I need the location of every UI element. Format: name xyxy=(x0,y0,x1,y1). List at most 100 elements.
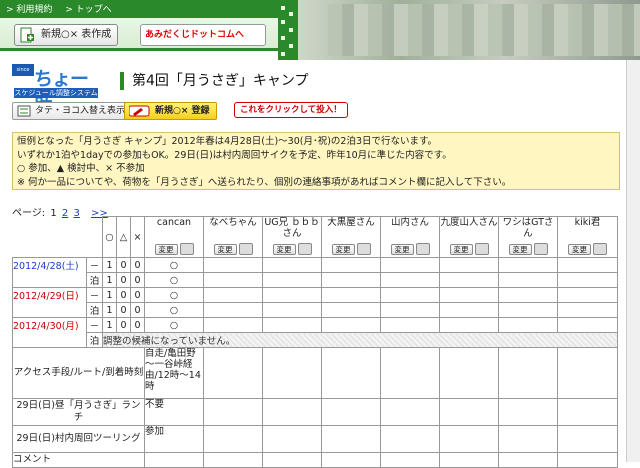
slot-cell: － xyxy=(86,287,103,303)
question-answer: 参加 xyxy=(144,425,204,453)
toggle-orientation-button[interactable]: タテ・ヨコ入替え表示 xyxy=(12,102,132,120)
participant-name: ワシはGTさん xyxy=(502,217,554,240)
comment-pen-icon[interactable] xyxy=(179,243,194,255)
count-no: 0 xyxy=(130,302,145,318)
change-button[interactable]: 変更 xyxy=(154,243,178,255)
answer-cell: ○ xyxy=(144,287,204,303)
count-yes: 1 xyxy=(102,272,117,288)
comment-pen-icon[interactable] xyxy=(356,243,371,255)
count-no: 0 xyxy=(130,317,145,333)
toggle-orientation-label: タテ・ヨコ入替え表示 xyxy=(35,106,126,116)
count-no: 0 xyxy=(130,272,145,288)
slot-cell: － xyxy=(86,257,103,273)
pencil-icon xyxy=(129,105,150,117)
new-doc-icon xyxy=(20,27,34,43)
participant-header: cancan 変更 xyxy=(144,216,204,258)
count-header-maybe: △ xyxy=(116,216,131,258)
participant-name: 九度山人さん xyxy=(440,217,498,229)
participant-header: なべちゃん変更 xyxy=(203,216,263,258)
top-links: > 利用規約 > トップへ xyxy=(6,2,122,15)
notice-line: ※ 何か一品についてや、荷物を「月うさぎ」へ送られたり、個別の連絡事項があればコ… xyxy=(17,176,512,188)
answer-cell: ○ xyxy=(144,317,204,333)
slot-cell: 泊 xyxy=(86,272,103,288)
participant-name: UG兄 ｂｂｂさん xyxy=(264,217,320,240)
count-yes: 1 xyxy=(102,317,117,333)
question-label: コメント xyxy=(12,452,145,468)
amidakuji-link[interactable]: あみだくじドットコムへ xyxy=(140,24,266,46)
change-button[interactable]: 変更 xyxy=(508,243,532,255)
question-row: 29日(日)村内周回ツーリング 参加 xyxy=(12,425,618,453)
change-button[interactable]: 変更 xyxy=(568,243,591,255)
comment-pen-icon[interactable] xyxy=(238,243,253,255)
table-row: 2012/4/29(日) － 1 0 0 ○ xyxy=(12,287,618,318)
change-button[interactable]: 変更 xyxy=(331,243,355,255)
question-answer xyxy=(144,452,204,468)
terms-link[interactable]: > 利用規約 xyxy=(6,5,52,15)
not-candidate-note: 調整の候補になっていません。 xyxy=(102,332,618,348)
vertical-scrollbar[interactable] xyxy=(626,60,640,462)
table-row: 泊 1 0 0 ○ xyxy=(13,302,618,318)
top-link[interactable]: > トップへ xyxy=(65,5,111,15)
logo[interactable]: since 2004 ちょー助 スケジュール調整システム xyxy=(12,64,98,117)
comment-pen-icon[interactable] xyxy=(297,243,312,255)
slot-cell: － xyxy=(86,317,103,333)
count-yes: 1 xyxy=(102,287,117,303)
comment-pen-icon[interactable] xyxy=(533,243,548,255)
question-answer: 自走/亀田野～一谷峠経由/12時～14時 xyxy=(144,347,204,399)
question-row: コメント xyxy=(12,452,618,468)
notice-line: いずれか1泊や1dayでの参加もOK。29日(日)は村内周回サイクを予定、昨年1… xyxy=(17,149,452,161)
decorative-dots xyxy=(278,0,298,60)
participant-header: 山内さん 変更 xyxy=(380,216,440,258)
question-label: アクセス手段/ルート/到着時刻 xyxy=(12,347,145,399)
count-header-no: × xyxy=(130,216,145,258)
participant-header: kiki君変更 xyxy=(557,216,618,258)
answer-cell: ○ xyxy=(144,302,204,318)
table-row: 泊 調整の候補になっていません。 xyxy=(13,332,618,348)
count-maybe: 0 xyxy=(116,317,131,333)
question-answer: 不要 xyxy=(144,398,204,426)
participant-header: 九度山人さん変更 xyxy=(439,216,499,258)
count-yes: 1 xyxy=(102,302,117,318)
participant-header: ワシはGTさん変更 xyxy=(498,216,558,258)
answer-cell: ○ xyxy=(144,257,204,273)
change-button[interactable]: 変更 xyxy=(272,243,296,255)
new-table-label: 新規○× 表作成 xyxy=(41,29,112,40)
comment-pen-icon[interactable] xyxy=(415,243,430,255)
schedule-table: ○ △ × cancan 変更 なべちゃん 変更 UG兄 ｂｂｂさん 変更 大黒屋さん… xyxy=(12,216,618,468)
change-button[interactable]: 変更 xyxy=(213,243,237,255)
comment-pen-icon[interactable] xyxy=(593,243,607,255)
new-table-button[interactable]: 新規○× 表作成 xyxy=(14,24,119,46)
notice-line: 恒例となった「月うさぎ キャンプ」2012年春は4月28日(土)～30(月･祝)… xyxy=(17,136,438,147)
table-row: 2012/4/28(土) － 1 0 0 ○ xyxy=(12,257,618,288)
logo-badge: since 2004 xyxy=(12,64,34,85)
entry-callout: これをクリックして投入！ xyxy=(234,102,348,118)
participant-header: 大黒屋さん 変更 xyxy=(321,216,381,258)
participant-name: なべちゃん xyxy=(209,217,257,229)
count-maybe: 0 xyxy=(116,287,131,303)
page-title: 第4回「月うさぎ」キャンプ xyxy=(120,72,309,90)
change-button[interactable]: 変更 xyxy=(390,243,414,255)
count-yes: 1 xyxy=(102,257,117,273)
amidakuji-label: あみだくじドットコムへ xyxy=(145,30,245,40)
participant-header: UG兄 ｂｂｂさん変更 xyxy=(262,216,322,258)
participant-name: kiki君 xyxy=(574,217,601,229)
answer-cell: ○ xyxy=(144,272,204,288)
new-entry-button[interactable]: 新規○× 登録 xyxy=(124,102,217,120)
count-header-yes: ○ xyxy=(102,216,117,258)
count-no: 0 xyxy=(130,257,145,273)
change-button[interactable]: 変更 xyxy=(449,243,473,255)
header-row: ○ △ × cancan 変更 なべちゃん 変更 UG兄 ｂｂｂさん 変更 大黒屋さん… xyxy=(12,216,618,258)
date-cell: 2012/4/30(月) xyxy=(12,317,87,348)
ad-banner[interactable] xyxy=(298,0,640,60)
comment-pen-icon[interactable] xyxy=(474,243,489,255)
participant-name: cancan xyxy=(156,217,192,229)
swap-icon xyxy=(17,105,31,117)
date-cell: 2012/4/29(日) xyxy=(12,287,87,318)
question-label: 29日(日)昼「月うさぎ」ランチ xyxy=(12,398,145,426)
count-maybe: 0 xyxy=(116,257,131,273)
question-row: 29日(日)昼「月うさぎ」ランチ 不要 xyxy=(12,398,618,426)
count-maybe: 0 xyxy=(116,302,131,318)
count-maybe: 0 xyxy=(116,272,131,288)
new-entry-label: 新規○× 登録 xyxy=(155,106,210,116)
count-no: 0 xyxy=(130,287,145,303)
